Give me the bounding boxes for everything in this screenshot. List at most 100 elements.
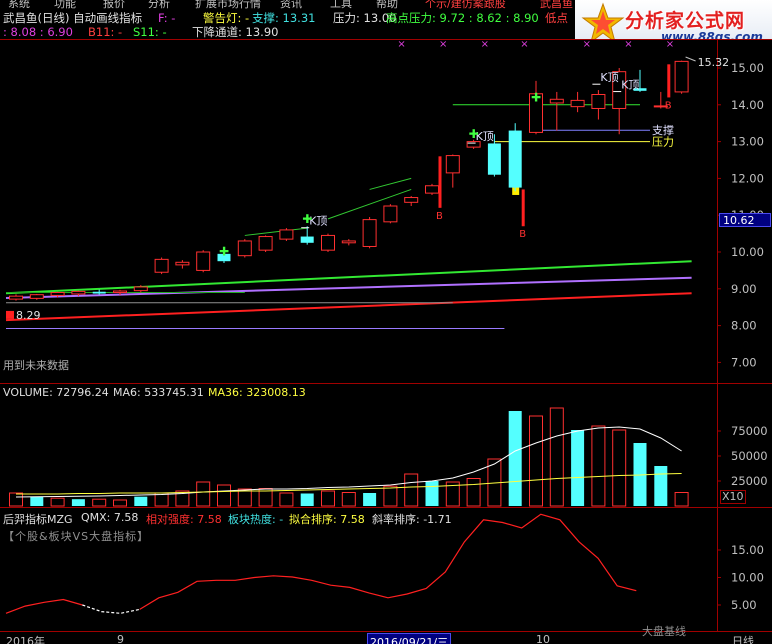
candle-up: [445, 155, 460, 174]
green-signal-icon: ✚: [531, 90, 541, 104]
strength-axis-label: 5.00: [731, 598, 757, 612]
candle-up: [196, 251, 211, 271]
logo-title: 分析家公式网: [625, 10, 746, 32]
low-callout: 8.29: [16, 309, 41, 322]
volume-bar-up: [92, 498, 107, 507]
candle-down: [92, 291, 106, 294]
candle-down: [300, 236, 314, 243]
stock-chart-window: 系统 功能 报价 分析 扩展市场行情 资讯 工具 帮助 个示/建仿案跟股 武昌鱼…: [0, 0, 772, 644]
low-callout-marker: [6, 310, 14, 319]
date-label-sep: 9: [117, 633, 124, 644]
menu-item-help[interactable]: 帮助: [376, 0, 398, 9]
b-signal-label: B: [665, 100, 672, 111]
green-signal-icon: ✚: [219, 244, 229, 258]
strength-subtitle: 【个股&板块VS大盘指标】: [3, 530, 150, 543]
volume-bar-down: [30, 496, 44, 506]
volume-bar-up: [674, 492, 689, 507]
high-pressure-indicator: 高点压力: 9.72 : 8.62 : 8.90: [386, 11, 539, 25]
volume-bar-down: [425, 481, 439, 506]
f-indicator: F: -: [158, 11, 176, 25]
candle-up: [549, 98, 564, 104]
strength-axis-label: 15.00: [731, 543, 764, 557]
menu-item-quote[interactable]: 报价: [103, 0, 125, 9]
slope-rank-readout: 斜率排序: -1.71: [372, 513, 452, 526]
index-baseline-note: 大盘基线: [642, 625, 686, 638]
volume-bar-up: [196, 481, 211, 507]
price-axis-label: 15.00: [731, 61, 764, 75]
x-marker-icon: ×: [481, 39, 489, 50]
candle-up: [71, 290, 86, 295]
candle-up: [279, 229, 294, 240]
volume-readout: VOLUME: 72796.24: [3, 386, 109, 399]
b-signal-label: B: [519, 229, 526, 240]
ma36-readout: MA36: 323008.13: [208, 386, 306, 399]
menu-item-tools[interactable]: 工具: [330, 0, 352, 9]
candle-up: [404, 197, 419, 203]
candle-up: [425, 185, 439, 194]
date-label-oct: 10: [536, 633, 550, 644]
volume-bar-up: [50, 497, 65, 507]
volume-axis-label: 75000: [731, 424, 768, 438]
b11-indicator: B11: -: [88, 25, 123, 39]
menu-item-extended-market[interactable]: 扩展市场行情: [195, 0, 261, 9]
price-axis-label: 8.00: [731, 319, 757, 333]
volume-bar-down: [571, 430, 585, 506]
volume-bar-up: [9, 492, 23, 507]
candle-up: [113, 290, 127, 293]
volume-bar-up: [217, 484, 231, 507]
candle-up: [175, 261, 190, 266]
down-channel-indicator: 下降通道: 13.90: [192, 25, 279, 39]
volume-bar-up: [549, 407, 564, 507]
candle-up: [154, 258, 169, 273]
volume-bar-up: [279, 492, 294, 507]
candle-down: [487, 143, 501, 175]
menu-item-function[interactable]: 功能: [54, 0, 76, 9]
fit-rank-readout: 拟合排序: 7.58: [289, 513, 365, 526]
candle-up: [341, 240, 356, 244]
b-signal-label: B: [436, 211, 443, 222]
k-top-label: K顶: [600, 71, 618, 84]
relative-strength-readout: 相对强度: 7.58: [146, 513, 222, 526]
green-signal-icon: ✚: [302, 212, 312, 226]
s11-indicator: S11: -: [133, 25, 167, 39]
strength-axis-label: 10.00: [731, 571, 764, 585]
price-axis-label: 10.00: [731, 245, 764, 259]
candle-up: [258, 236, 273, 251]
volume-bar-down: [508, 411, 522, 506]
volume-bar-up: [612, 429, 627, 507]
volume-unit-tag: X10: [720, 490, 746, 504]
candle-up: [9, 295, 23, 300]
price-panel[interactable]: 15.0014.0013.0012.0011.0010.009.008.007.…: [0, 39, 772, 384]
volume-axis-label: 25000: [731, 474, 768, 488]
x-marker-icon: ×: [397, 39, 405, 50]
timeframe-label[interactable]: 日线: [732, 633, 754, 644]
date-label-year: 2016年: [6, 635, 45, 644]
price-axis-label: 7.00: [731, 355, 757, 369]
support-indicator: 支撑: 13.31: [252, 11, 316, 25]
volume-bar-up: [404, 473, 419, 507]
menu-item-system[interactable]: 系统: [8, 0, 30, 9]
volume-bar-up: [466, 478, 481, 507]
price-axis-label: 14.00: [731, 98, 764, 112]
price-axis-label: 13.00: [731, 135, 764, 149]
ma6-readout: MA6: 533745.31: [113, 386, 204, 399]
menu-item-analysis[interactable]: 分析: [148, 0, 170, 9]
volume-bar-up: [591, 425, 606, 507]
candle-down: [508, 130, 522, 188]
volume-bar-down: [654, 466, 668, 506]
chart-title: 武昌鱼(日线) 自动画线指标: [3, 11, 143, 25]
future-data-note: 用到未来数据: [3, 359, 69, 372]
x-marker-icon: ×: [439, 39, 447, 50]
menu-item-news[interactable]: 资讯: [280, 0, 302, 9]
candle-up: [50, 291, 65, 296]
volume-bar-down: [134, 496, 148, 506]
volume-bar-up: [529, 415, 543, 507]
candle-up: [237, 240, 252, 257]
volume-bar-down: [71, 499, 85, 506]
x-marker-icon: ×: [520, 39, 528, 50]
candle-up: [321, 234, 335, 251]
strength-title: 后羿指标MZG: [3, 513, 73, 526]
volume-panel[interactable]: 75000 50000 25000: [0, 384, 772, 508]
candle-up: [29, 294, 44, 299]
volume-bar-up: [341, 492, 356, 507]
